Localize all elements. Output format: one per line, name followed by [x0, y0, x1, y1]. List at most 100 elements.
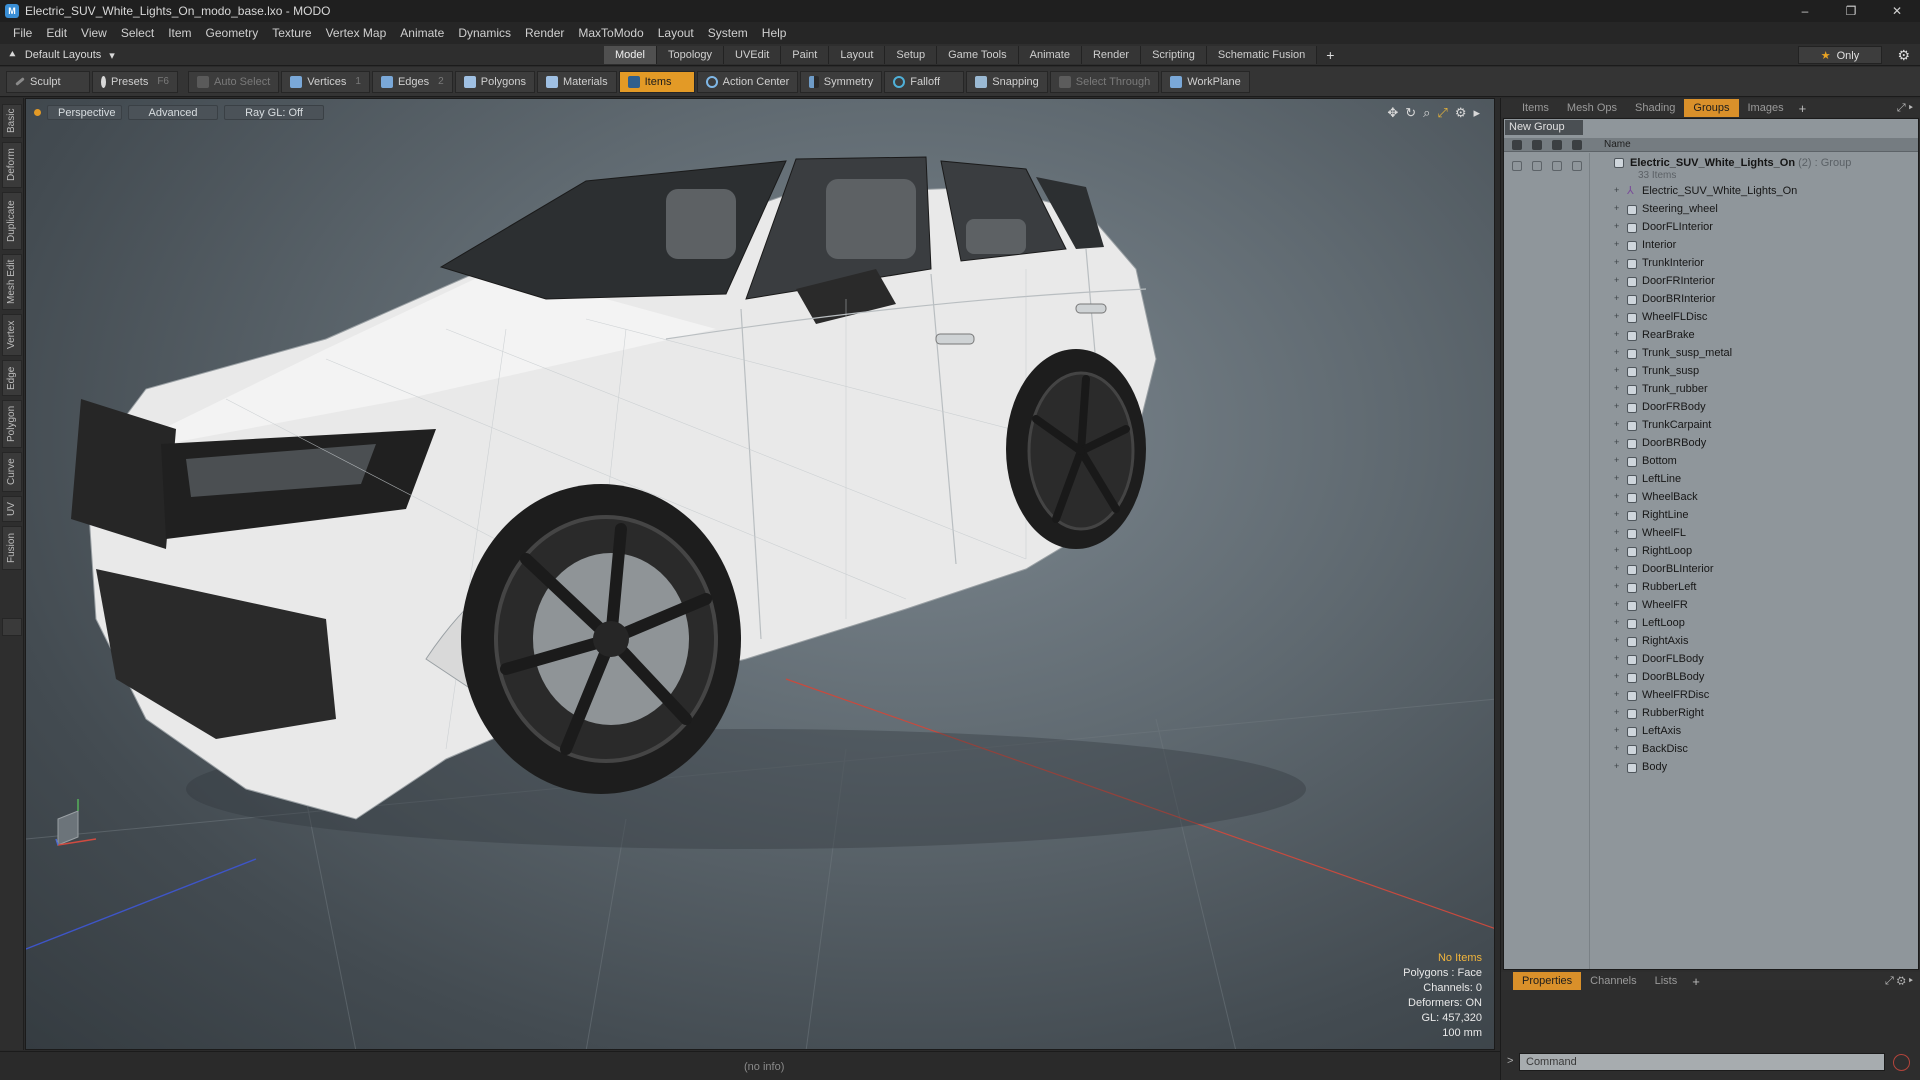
raygl-button[interactable]: Ray GL: Off	[224, 105, 324, 120]
tree-item[interactable]: + TrunkCarpaint	[1504, 417, 1918, 435]
left-tab-mesh-edit[interactable]: Mesh Edit	[2, 254, 22, 310]
left-tab-extra-icon[interactable]	[2, 618, 22, 636]
tree-item[interactable]: + TrunkInterior	[1504, 255, 1918, 273]
move-view-icon[interactable]: ✥	[1387, 105, 1398, 121]
expand-icon[interactable]: +	[1614, 383, 1619, 393]
items-button[interactable]: Items	[618, 70, 695, 93]
symmetry-button[interactable]: Symmetry	[800, 70, 883, 93]
menu-select[interactable]: Select	[114, 22, 161, 44]
add-panel-tab-icon[interactable]: +	[1793, 101, 1813, 116]
layout-selector[interactable]: ⯅ Default Layouts ▾	[8, 47, 115, 63]
expand-icon[interactable]: +	[1614, 509, 1619, 519]
tree-item[interactable]: + DoorFLInterior	[1504, 219, 1918, 237]
fit-view-icon[interactable]: ⤢	[1437, 105, 1447, 121]
expand-icon[interactable]: +	[1614, 239, 1619, 249]
expand-icon[interactable]: +	[1614, 257, 1619, 267]
tree-item[interactable]: + DoorBLInterior	[1504, 561, 1918, 579]
zoom-view-icon[interactable]: ⌕	[1423, 105, 1430, 121]
tab-setup[interactable]: Setup	[885, 46, 938, 64]
shading-mode-button[interactable]: Advanced	[128, 105, 218, 120]
panel-expand-icon[interactable]: ⤢ ▸	[1897, 99, 1913, 117]
left-tab-deform[interactable]: Deform	[2, 142, 22, 188]
falloff-button[interactable]: Falloff	[884, 70, 965, 93]
viewport-more-icon[interactable]: ▸	[1473, 105, 1480, 121]
expand-icon[interactable]: +	[1614, 707, 1619, 717]
view-type-button[interactable]: Perspective	[47, 105, 122, 120]
expand-icon[interactable]: +	[1614, 473, 1619, 483]
menu-system[interactable]: System	[701, 22, 755, 44]
select-column-icon[interactable]	[1572, 140, 1582, 150]
tree-item[interactable]: + Trunk_susp_metal	[1504, 345, 1918, 363]
expand-icon[interactable]: +	[1614, 563, 1619, 573]
menu-texture[interactable]: Texture	[265, 22, 318, 44]
tab-uvedit[interactable]: UVEdit	[724, 46, 782, 64]
visibility-column-icon[interactable]	[1512, 140, 1522, 150]
tree-item[interactable]: + DoorBRBody	[1504, 435, 1918, 453]
tree-item[interactable]: + RightLine	[1504, 507, 1918, 525]
rotate-view-icon[interactable]: ↻	[1405, 105, 1416, 121]
tree-item[interactable]: + WheelFRDisc	[1504, 687, 1918, 705]
close-button[interactable]: ✕	[1874, 0, 1920, 22]
tree-item[interactable]: + Steering_wheel	[1504, 201, 1918, 219]
expand-icon[interactable]: +	[1614, 491, 1619, 501]
menu-geometry[interactable]: Geometry	[199, 22, 266, 44]
expand-icon[interactable]: +	[1614, 527, 1619, 537]
menu-layout[interactable]: Layout	[651, 22, 701, 44]
menu-view[interactable]: View	[74, 22, 114, 44]
tree-item[interactable]: + LeftLoop	[1504, 615, 1918, 633]
panel-tab-channels[interactable]: Channels	[1581, 972, 1645, 990]
tree-item[interactable]: + WheelFL	[1504, 525, 1918, 543]
tree-item[interactable]: + DoorFRInterior	[1504, 273, 1918, 291]
menu-render[interactable]: Render	[518, 22, 571, 44]
command-input[interactable]: Command	[1519, 1053, 1885, 1071]
tree-item[interactable]: + RubberRight	[1504, 705, 1918, 723]
viewport-settings-icon[interactable]: ⚙	[1455, 105, 1467, 121]
tab-layout[interactable]: Layout	[829, 46, 886, 64]
tree-item[interactable]: + LeftAxis	[1504, 723, 1918, 741]
add-tab-icon[interactable]: +	[1317, 46, 1343, 64]
tab-schematic-fusion[interactable]: Schematic Fusion	[1206, 46, 1318, 64]
expand-icon[interactable]: +	[1614, 311, 1619, 321]
menu-maxtomodo[interactable]: MaxToModo	[571, 22, 650, 44]
expand-icon[interactable]: +	[1614, 419, 1619, 429]
3d-viewport[interactable]: Perspective Advanced Ray GL: Off ✥ ↻ ⌕ ⤢…	[25, 98, 1495, 1050]
materials-button[interactable]: Materials	[537, 70, 617, 93]
tree-item[interactable]: + RightAxis	[1504, 633, 1918, 651]
expand-icon[interactable]: +	[1614, 599, 1619, 609]
expand-icon[interactable]: +	[1614, 617, 1619, 627]
tree-item[interactable]: + Trunk_rubber	[1504, 381, 1918, 399]
lock-column-icon[interactable]	[1552, 140, 1562, 150]
tree-item[interactable]: + WheelFLDisc	[1504, 309, 1918, 327]
expand-icon[interactable]: +	[1614, 545, 1619, 555]
menu-animate[interactable]: Animate	[393, 22, 451, 44]
workplane-button[interactable]: WorkPlane	[1161, 70, 1250, 93]
only-toggle[interactable]: ★ Only	[1798, 46, 1882, 64]
presets-button[interactable]: Presets F6	[92, 70, 178, 93]
tree-item[interactable]: + RubberLeft	[1504, 579, 1918, 597]
snapping-button[interactable]: Snapping	[966, 70, 1048, 93]
expand-icon[interactable]: +	[1614, 347, 1619, 357]
left-tab-polygon[interactable]: Polygon	[2, 400, 22, 448]
expand-icon[interactable]: +	[1614, 455, 1619, 465]
expand-icon[interactable]: +	[1614, 221, 1619, 231]
tree-item[interactable]: + DoorFLBody	[1504, 651, 1918, 669]
tree-item[interactable]: + WheelFR	[1504, 597, 1918, 615]
menu-item[interactable]: Item	[161, 22, 198, 44]
expand-icon[interactable]: +	[1614, 365, 1619, 375]
left-tab-vertex[interactable]: Vertex	[2, 314, 22, 356]
render-column-icon[interactable]	[1532, 140, 1542, 150]
left-tab-uv[interactable]: UV	[2, 496, 22, 522]
menu-edit[interactable]: Edit	[39, 22, 74, 44]
menu-file[interactable]: File	[6, 22, 39, 44]
expand-icon[interactable]: +	[1614, 203, 1619, 213]
command-history-button[interactable]	[1893, 1054, 1910, 1071]
panel-tab-items[interactable]: Items	[1513, 99, 1558, 117]
tab-scripting[interactable]: Scripting	[1141, 46, 1207, 64]
menu-dynamics[interactable]: Dynamics	[451, 22, 518, 44]
menu-help[interactable]: Help	[755, 22, 794, 44]
left-tab-basic[interactable]: Basic	[2, 104, 22, 138]
add-bottom-tab-icon[interactable]: +	[1686, 974, 1706, 989]
maximize-button[interactable]: ❐	[1828, 0, 1874, 22]
new-group-button[interactable]: New Group	[1505, 120, 1583, 135]
expand-icon[interactable]: +	[1614, 635, 1619, 645]
